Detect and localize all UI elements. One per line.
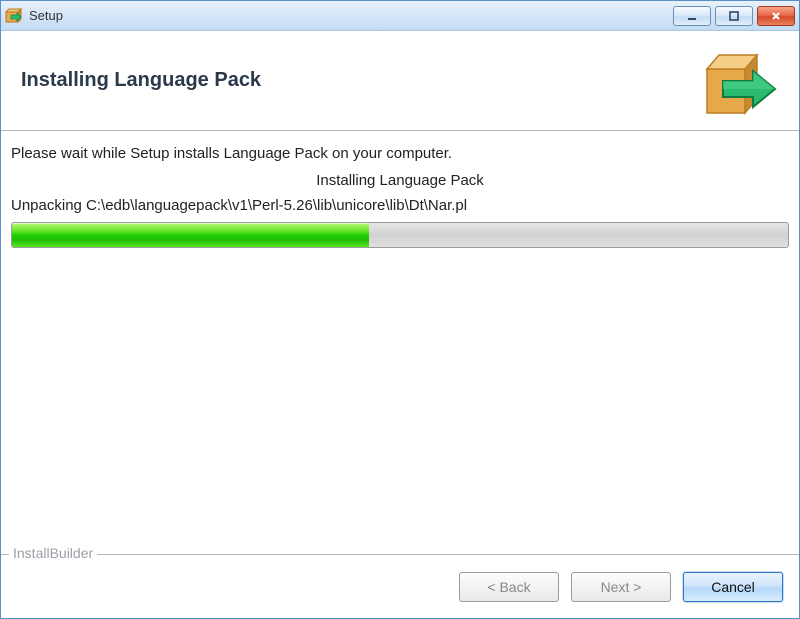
wizard-content: Please wait while Setup installs Languag… [1,131,799,554]
box-arrow-icon [699,41,779,121]
next-button: Next > [571,572,671,602]
close-button[interactable] [757,6,795,26]
status-title: Installing Language Pack [11,172,789,189]
progress-fill [12,223,369,247]
cancel-button[interactable]: Cancel [683,572,783,602]
brand-label: InstallBuilder [9,545,97,561]
window-controls [673,6,795,26]
titlebar: Setup [1,1,799,31]
setup-window: Setup Installing Language Pack [0,0,800,619]
window-title: Setup [29,8,673,23]
page-title: Installing Language Pack [21,69,261,92]
wizard-header: Installing Language Pack [1,31,799,131]
wait-text: Please wait while Setup installs Languag… [11,145,789,162]
minimize-button[interactable] [673,6,711,26]
maximize-button[interactable] [715,6,753,26]
wizard-footer: InstallBuilder < Back Next > Cancel [1,554,799,618]
status-file: Unpacking C:\edb\languagepack\v1\Perl-5.… [11,197,789,214]
app-icon [5,7,23,25]
back-button: < Back [459,572,559,602]
progress-bar [11,222,789,248]
